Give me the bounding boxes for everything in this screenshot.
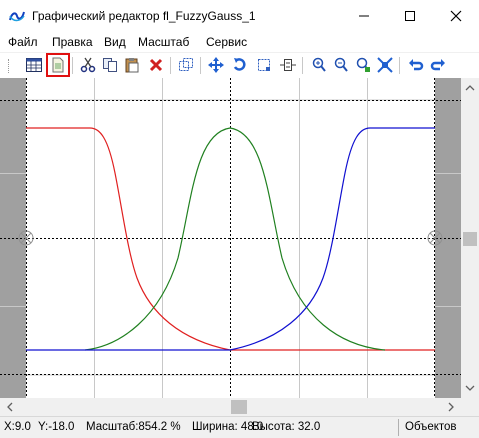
toolbar-separator bbox=[399, 57, 400, 74]
status-y: Y:-18.0 bbox=[38, 421, 75, 433]
title-bar: Графический редактор fl_FuzzyGauss_1 bbox=[0, 0, 479, 32]
document-icon bbox=[52, 57, 64, 73]
delete-button[interactable] bbox=[146, 55, 166, 75]
status-bar: X:9.0 Y:-18.0 Масштаб:854.2 % Ширина: 48… bbox=[0, 416, 479, 438]
copy-button[interactable] bbox=[100, 55, 120, 75]
status-divider bbox=[398, 419, 399, 436]
zoom-fit-button[interactable] bbox=[375, 55, 395, 75]
rotate-icon bbox=[233, 58, 246, 71]
maximize-button[interactable] bbox=[387, 0, 433, 32]
move-icon bbox=[208, 57, 224, 73]
window-title: Графический редактор fl_FuzzyGauss_1 bbox=[32, 9, 256, 23]
horizontal-scroll-thumb bbox=[231, 400, 247, 414]
status-x: X:9.0 bbox=[4, 421, 31, 433]
toolbar-separator bbox=[200, 57, 201, 74]
menu-bar: Файл Правка Вид Масштаб Сервис bbox=[0, 32, 479, 52]
toolbar-separator bbox=[170, 57, 171, 74]
zoom-out-button[interactable] bbox=[331, 55, 351, 75]
move-button[interactable] bbox=[206, 55, 226, 75]
copy-icon bbox=[103, 58, 117, 72]
fit-icon bbox=[280, 59, 296, 71]
undo-button[interactable] bbox=[406, 55, 426, 75]
maximize-icon bbox=[405, 11, 415, 21]
vertical-scrollbar-graphics bbox=[463, 85, 477, 391]
delete-icon bbox=[149, 58, 163, 72]
zoom-green-button[interactable] bbox=[353, 55, 373, 75]
document-button[interactable] bbox=[46, 53, 70, 77]
select-rect-icon bbox=[258, 59, 270, 71]
toolbar-grip bbox=[8, 59, 12, 73]
menu-service[interactable]: Сервис bbox=[206, 35, 247, 49]
horizontal-scrollbar[interactable] bbox=[0, 398, 461, 416]
cut-button[interactable] bbox=[78, 55, 98, 75]
horizontal-scrollbar-graphics bbox=[7, 400, 454, 414]
scrollbar-corner bbox=[461, 398, 479, 416]
drawing-canvas[interactable] bbox=[0, 78, 461, 398]
vertical-scroll-thumb bbox=[463, 232, 477, 246]
paste-button[interactable] bbox=[122, 55, 142, 75]
select-area-button[interactable] bbox=[176, 55, 196, 75]
menu-edit[interactable]: Правка bbox=[52, 35, 93, 49]
minimize-button[interactable] bbox=[341, 0, 387, 32]
toolbar-separator bbox=[302, 57, 303, 74]
vertical-scrollbar[interactable] bbox=[461, 78, 479, 398]
toolbar bbox=[0, 52, 479, 79]
status-height: Высота: 32.0 bbox=[252, 421, 321, 433]
zoom-in-button[interactable] bbox=[309, 55, 329, 75]
menu-file[interactable]: Файл bbox=[8, 35, 38, 49]
redo-icon bbox=[430, 59, 445, 71]
undo-icon bbox=[409, 59, 424, 71]
menu-scale[interactable]: Масштаб bbox=[138, 35, 189, 49]
status-objects: Объектов bbox=[405, 421, 457, 433]
select-rect-button[interactable] bbox=[254, 55, 274, 75]
cut-icon bbox=[80, 57, 96, 73]
zoom-in-icon bbox=[312, 57, 326, 72]
close-icon bbox=[450, 10, 462, 22]
fit-button[interactable] bbox=[278, 55, 298, 75]
scroll-right-icon bbox=[448, 402, 454, 412]
table-button[interactable] bbox=[24, 55, 44, 75]
toolbar-separator bbox=[72, 57, 73, 74]
zoom-fit-icon bbox=[377, 57, 393, 73]
scroll-down-icon bbox=[465, 385, 475, 391]
canvas-svg bbox=[0, 78, 461, 398]
scroll-left-icon bbox=[7, 402, 13, 412]
menu-view[interactable]: Вид bbox=[104, 35, 126, 49]
paste-icon bbox=[125, 58, 139, 73]
zoom-out-icon bbox=[334, 57, 348, 72]
select-area-icon bbox=[179, 58, 193, 71]
zoom-green-icon bbox=[356, 57, 370, 72]
scroll-up-icon bbox=[465, 85, 475, 91]
app-logo-icon bbox=[8, 8, 26, 24]
table-icon bbox=[26, 58, 42, 72]
close-button[interactable] bbox=[433, 0, 479, 32]
redo-button[interactable] bbox=[428, 55, 448, 75]
minimize-icon bbox=[359, 15, 369, 17]
status-scale: Масштаб:854.2 % bbox=[86, 421, 181, 433]
rotate-button[interactable] bbox=[230, 55, 250, 75]
